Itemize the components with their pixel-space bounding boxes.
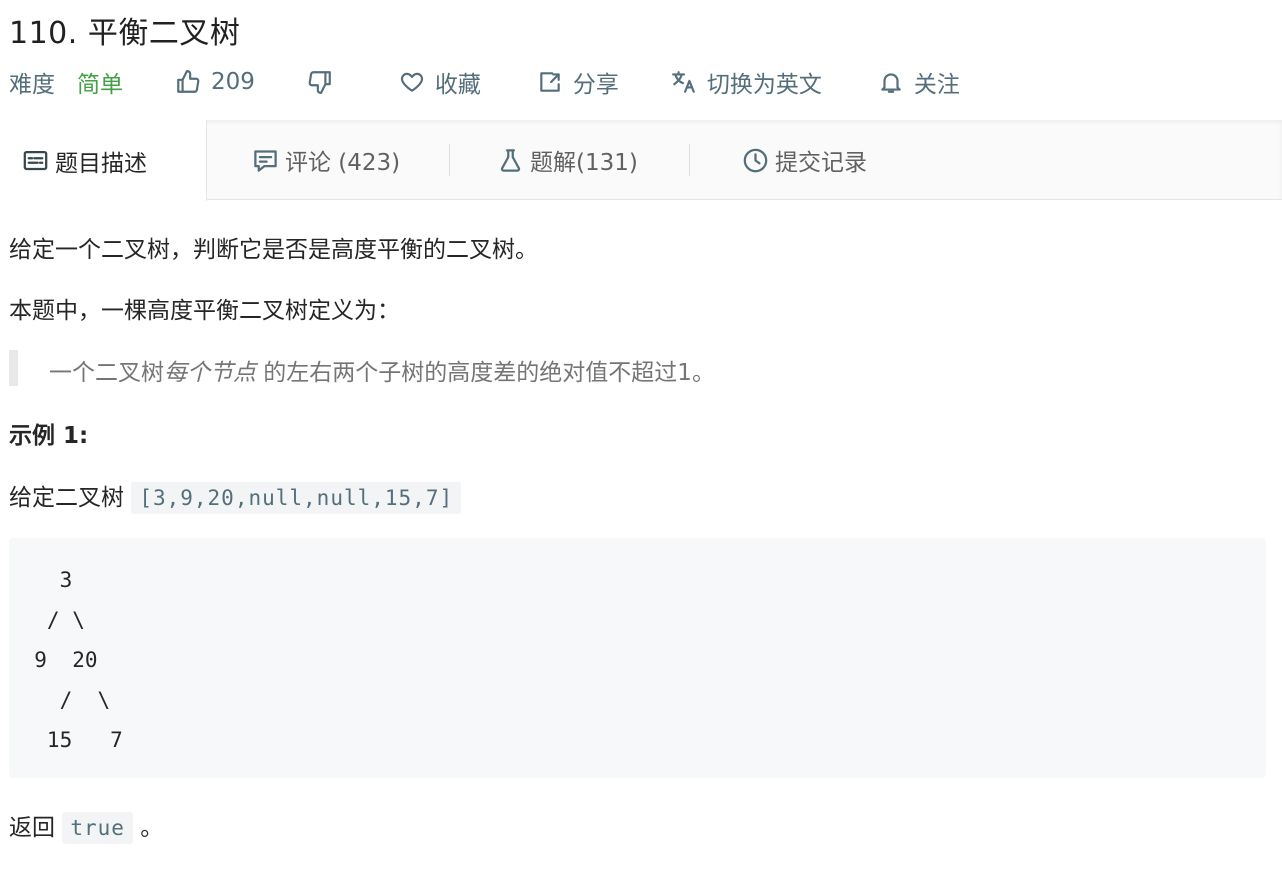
heart-icon — [400, 72, 423, 92]
description-icon — [23, 150, 48, 171]
share-button[interactable]: 分享 — [537, 65, 619, 99]
like-button[interactable]: 209 — [175, 69, 255, 95]
thumbs-up-icon — [177, 70, 200, 93]
problem-title: 110. 平衡二叉树 — [9, 16, 241, 51]
share-icon — [540, 72, 560, 92]
tab-comments[interactable]: 评论 (423) — [252, 120, 400, 200]
tab-submissions-label: 提交记录 — [775, 150, 867, 176]
tab-divider — [689, 144, 690, 176]
tab-divider — [449, 144, 450, 176]
given-line: 给定二叉树 [3,9,20,null,null,15,7] — [9, 478, 462, 514]
clock-icon — [743, 148, 768, 172]
thumbs-down-icon — [308, 71, 331, 94]
tab-description-label: 题目描述 — [55, 150, 147, 177]
translate-icon — [671, 71, 695, 93]
tab-solutions[interactable]: 题解(131) — [497, 120, 638, 200]
return-value-code: true — [62, 812, 133, 844]
problem-tabs: 题目描述 评论 (423) 题解(131) 提交记录 — [0, 120, 1282, 201]
definition-blockquote: 一个二叉树每个节点 的左右两个子树的高度差的绝对值不超过1。 — [9, 350, 1269, 386]
tab-description[interactable]: 题目描述 — [0, 120, 207, 201]
like-count: 209 — [211, 69, 255, 95]
difficulty-label: 难度 — [9, 72, 55, 98]
given-label: 给定二叉树 — [9, 485, 132, 511]
flask-icon — [500, 148, 521, 172]
description-intro: 给定一个二叉树，判断它是否是高度平衡的二叉树。 — [9, 237, 538, 263]
problem-header: 110. 平衡二叉树 难度 简单 209 收藏 分享 切换为英文 关注 — [0, 0, 1282, 120]
tab-comments-label: 评论 (423) — [285, 150, 401, 176]
blockquote-text: 一个二叉树每个节点 的左右两个子树的高度差的绝对值不超过1。 — [49, 353, 715, 387]
favorite-button[interactable]: 收藏 — [399, 65, 481, 99]
comment-icon — [254, 149, 277, 172]
dislike-button[interactable] — [307, 69, 333, 95]
follow-label: 关注 — [913, 72, 960, 98]
share-label: 分享 — [572, 72, 619, 98]
given-array-code: [3,9,20,null,null,15,7] — [131, 482, 462, 514]
quote-prefix: 一个二叉树 — [49, 360, 164, 386]
tab-solutions-label: 题解(131) — [530, 150, 638, 176]
favorite-label: 收藏 — [434, 72, 481, 98]
switch-language-button[interactable]: 切换为英文 — [671, 65, 822, 99]
return-suffix: 。 — [132, 815, 164, 841]
tree-code-block: 3 / \ 9 20 / \ 15 7 — [9, 538, 1266, 778]
quote-emphasis: 每个节点 — [164, 360, 256, 386]
switch-language-label: 切换为英文 — [706, 72, 822, 98]
problem-meta-row: 难度 简单 209 收藏 分享 切换为英文 关注 — [9, 64, 960, 100]
follow-button[interactable]: 关注 — [878, 65, 960, 99]
definition-intro: 本题中，一棵高度平衡二叉树定义为： — [9, 298, 400, 324]
return-line: 返回 true 。 — [9, 808, 164, 844]
tab-submissions[interactable]: 提交记录 — [742, 120, 867, 200]
tree-diagram-text: 3 / \ 9 20 / \ 15 7 — [34, 568, 123, 752]
blockquote-bar — [9, 350, 18, 386]
example-title: 示例 1: — [9, 423, 89, 449]
quote-suffix: 的左右两个子树的高度差的绝对值不超过1。 — [256, 360, 715, 386]
difficulty-value: 简单 — [77, 72, 123, 98]
bell-icon — [881, 73, 901, 93]
return-label: 返回 — [9, 815, 63, 841]
